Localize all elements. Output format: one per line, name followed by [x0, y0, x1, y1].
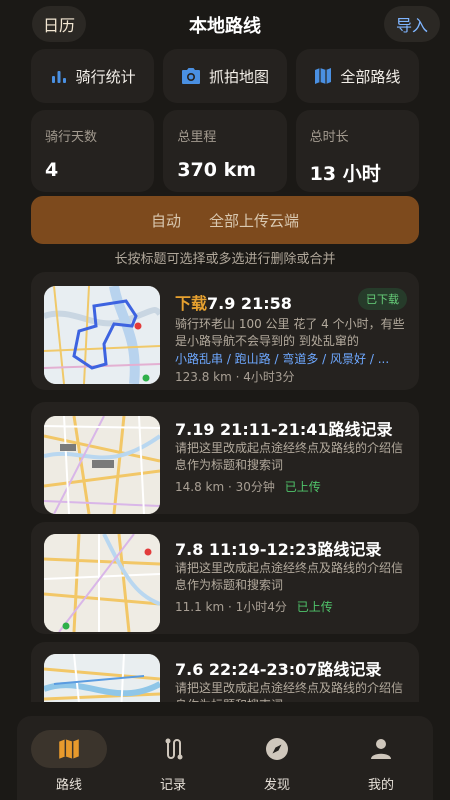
route-duration: · 4小时3分 [235, 370, 295, 384]
tab-profile[interactable]: 我的 [329, 716, 433, 800]
route-duration: · 1小时4分 [228, 600, 287, 614]
stat-label: 骑行天数 [45, 130, 98, 145]
route-meta: 14.8 km · 30分钟 已上传 [175, 478, 321, 495]
snapshot-map-button[interactable]: 抓拍地图 [163, 49, 287, 103]
tab-label: 发现 [263, 778, 290, 793]
route-meta: 123.8 km · 4小时3分 [175, 368, 295, 385]
tab-icon-container [343, 730, 419, 768]
route-distance: 14.8 km [175, 480, 225, 494]
ride-stats-label: 骑行统计 [75, 67, 136, 86]
route-description: 骑行环老山 100 公里 花了 4 个小时，有些是小路导航不会导到的 到处乱窜的 [175, 317, 405, 348]
bottom-tab-bar: 路线 记录 发现 我的 [17, 716, 433, 800]
hint-text: 长按标题可选择或多选进行删除或合并 [114, 252, 336, 267]
upload-all-button[interactable]: 自动 全部上传云端 [31, 196, 419, 244]
stat-total-duration: 总时长 13 小时 [295, 110, 419, 192]
auto-upload-toggle[interactable]: 自动 [151, 210, 181, 231]
all-routes-label: 全部路线 [340, 67, 401, 86]
route-record-icon [165, 738, 183, 760]
route-description: 请把这里改成起点途经终点及路线的介绍信息作为标题和搜索词 [175, 681, 404, 702]
stat-total-distance: 总里程 370 km [163, 110, 287, 192]
tab-label: 路线 [55, 778, 82, 793]
route-card[interactable]: 7.8 11:19-12:23路线记录 请把这里改成起点途经终点及路线的介绍信息… [31, 522, 419, 634]
ride-stats-button[interactable]: 骑行统计 [31, 49, 155, 103]
uploaded-status: 已上传 [284, 480, 321, 494]
route-card[interactable]: 7.6 22:24-23:07路线记录 请把这里改成起点途经终点及路线的介绍信息… [31, 642, 419, 702]
map-icon [59, 739, 79, 759]
quick-actions: 骑行统计 抓拍地图 全部路线 [31, 49, 419, 103]
route-map-thumbnail [44, 534, 160, 632]
route-title[interactable]: 下载7.9 21:58 [175, 290, 292, 314]
tab-icon-container [31, 730, 107, 768]
map-icon [315, 68, 332, 84]
route-card[interactable]: 下载7.9 21:58 已下载 骑行环老山 100 公里 花了 4 个小时，有些… [31, 272, 419, 390]
route-description: 请把这里改成起点途经终点及路线的介绍信息作为标题和搜索词 [175, 441, 404, 472]
route-title[interactable]: 7.19 21:11-21:41路线记录 [175, 416, 393, 440]
route-card[interactable]: 7.19 21:11-21:41路线记录 请把这里改成起点途经终点及路线的介绍信… [31, 402, 419, 514]
header: 日历 本地路线 导入 [0, 0, 450, 48]
uploaded-status: 已上传 [296, 600, 333, 614]
downloaded-prefix: 下载 [175, 294, 208, 313]
compass-icon [266, 738, 288, 760]
tab-record[interactable]: 记录 [121, 716, 225, 800]
route-meta: 11.1 km · 1小时4分 已上传 [175, 598, 333, 615]
stat-value: 370 km [177, 159, 257, 181]
route-distance: 123.8 km [175, 370, 232, 384]
stat-value: 13 小时 [309, 163, 381, 185]
tab-icon-container [135, 730, 211, 768]
page-title: 本地路线 [189, 16, 261, 37]
route-map-thumbnail [44, 654, 160, 702]
route-duration: · 30分钟 [228, 480, 275, 494]
bar-chart-icon [51, 71, 66, 83]
route-list: 下载7.9 21:58 已下载 骑行环老山 100 公里 花了 4 个小时，有些… [31, 272, 419, 702]
route-tags: 小路乱串 / 跑山路 / 弯道多 / 风景好 / ... [175, 352, 390, 366]
route-description: 请把这里改成起点途经终点及路线的介绍信息作为标题和搜索词 [175, 561, 404, 592]
stat-ride-days: 骑行天数 4 [31, 110, 155, 192]
upload-all-label: 全部上传云端 [209, 211, 300, 230]
route-title[interactable]: 7.8 11:19-12:23路线记录 [175, 536, 381, 560]
route-distance: 11.1 km [175, 600, 225, 614]
camera-icon [181, 68, 200, 84]
person-icon [371, 739, 391, 759]
tab-routes[interactable]: 路线 [17, 716, 121, 800]
tab-icon-container [239, 730, 315, 768]
stats-summary: 骑行天数 4 总里程 370 km 总时长 13 小时 [31, 110, 419, 192]
all-routes-button[interactable]: 全部路线 [295, 49, 419, 103]
route-map-thumbnail [44, 416, 160, 514]
route-map-thumbnail [44, 286, 160, 384]
stat-label: 总时长 [309, 130, 349, 145]
snapshot-map-label: 抓拍地图 [208, 67, 269, 86]
import-button[interactable]: 导入 [384, 6, 440, 42]
tab-label: 记录 [159, 778, 186, 793]
route-title[interactable]: 7.6 22:24-23:07路线记录 [175, 656, 381, 680]
tab-label: 我的 [367, 778, 394, 793]
stat-value: 4 [45, 159, 59, 181]
status-badge: 已下载 [358, 288, 407, 310]
stat-label: 总里程 [177, 130, 217, 145]
tab-discover[interactable]: 发现 [225, 716, 329, 800]
